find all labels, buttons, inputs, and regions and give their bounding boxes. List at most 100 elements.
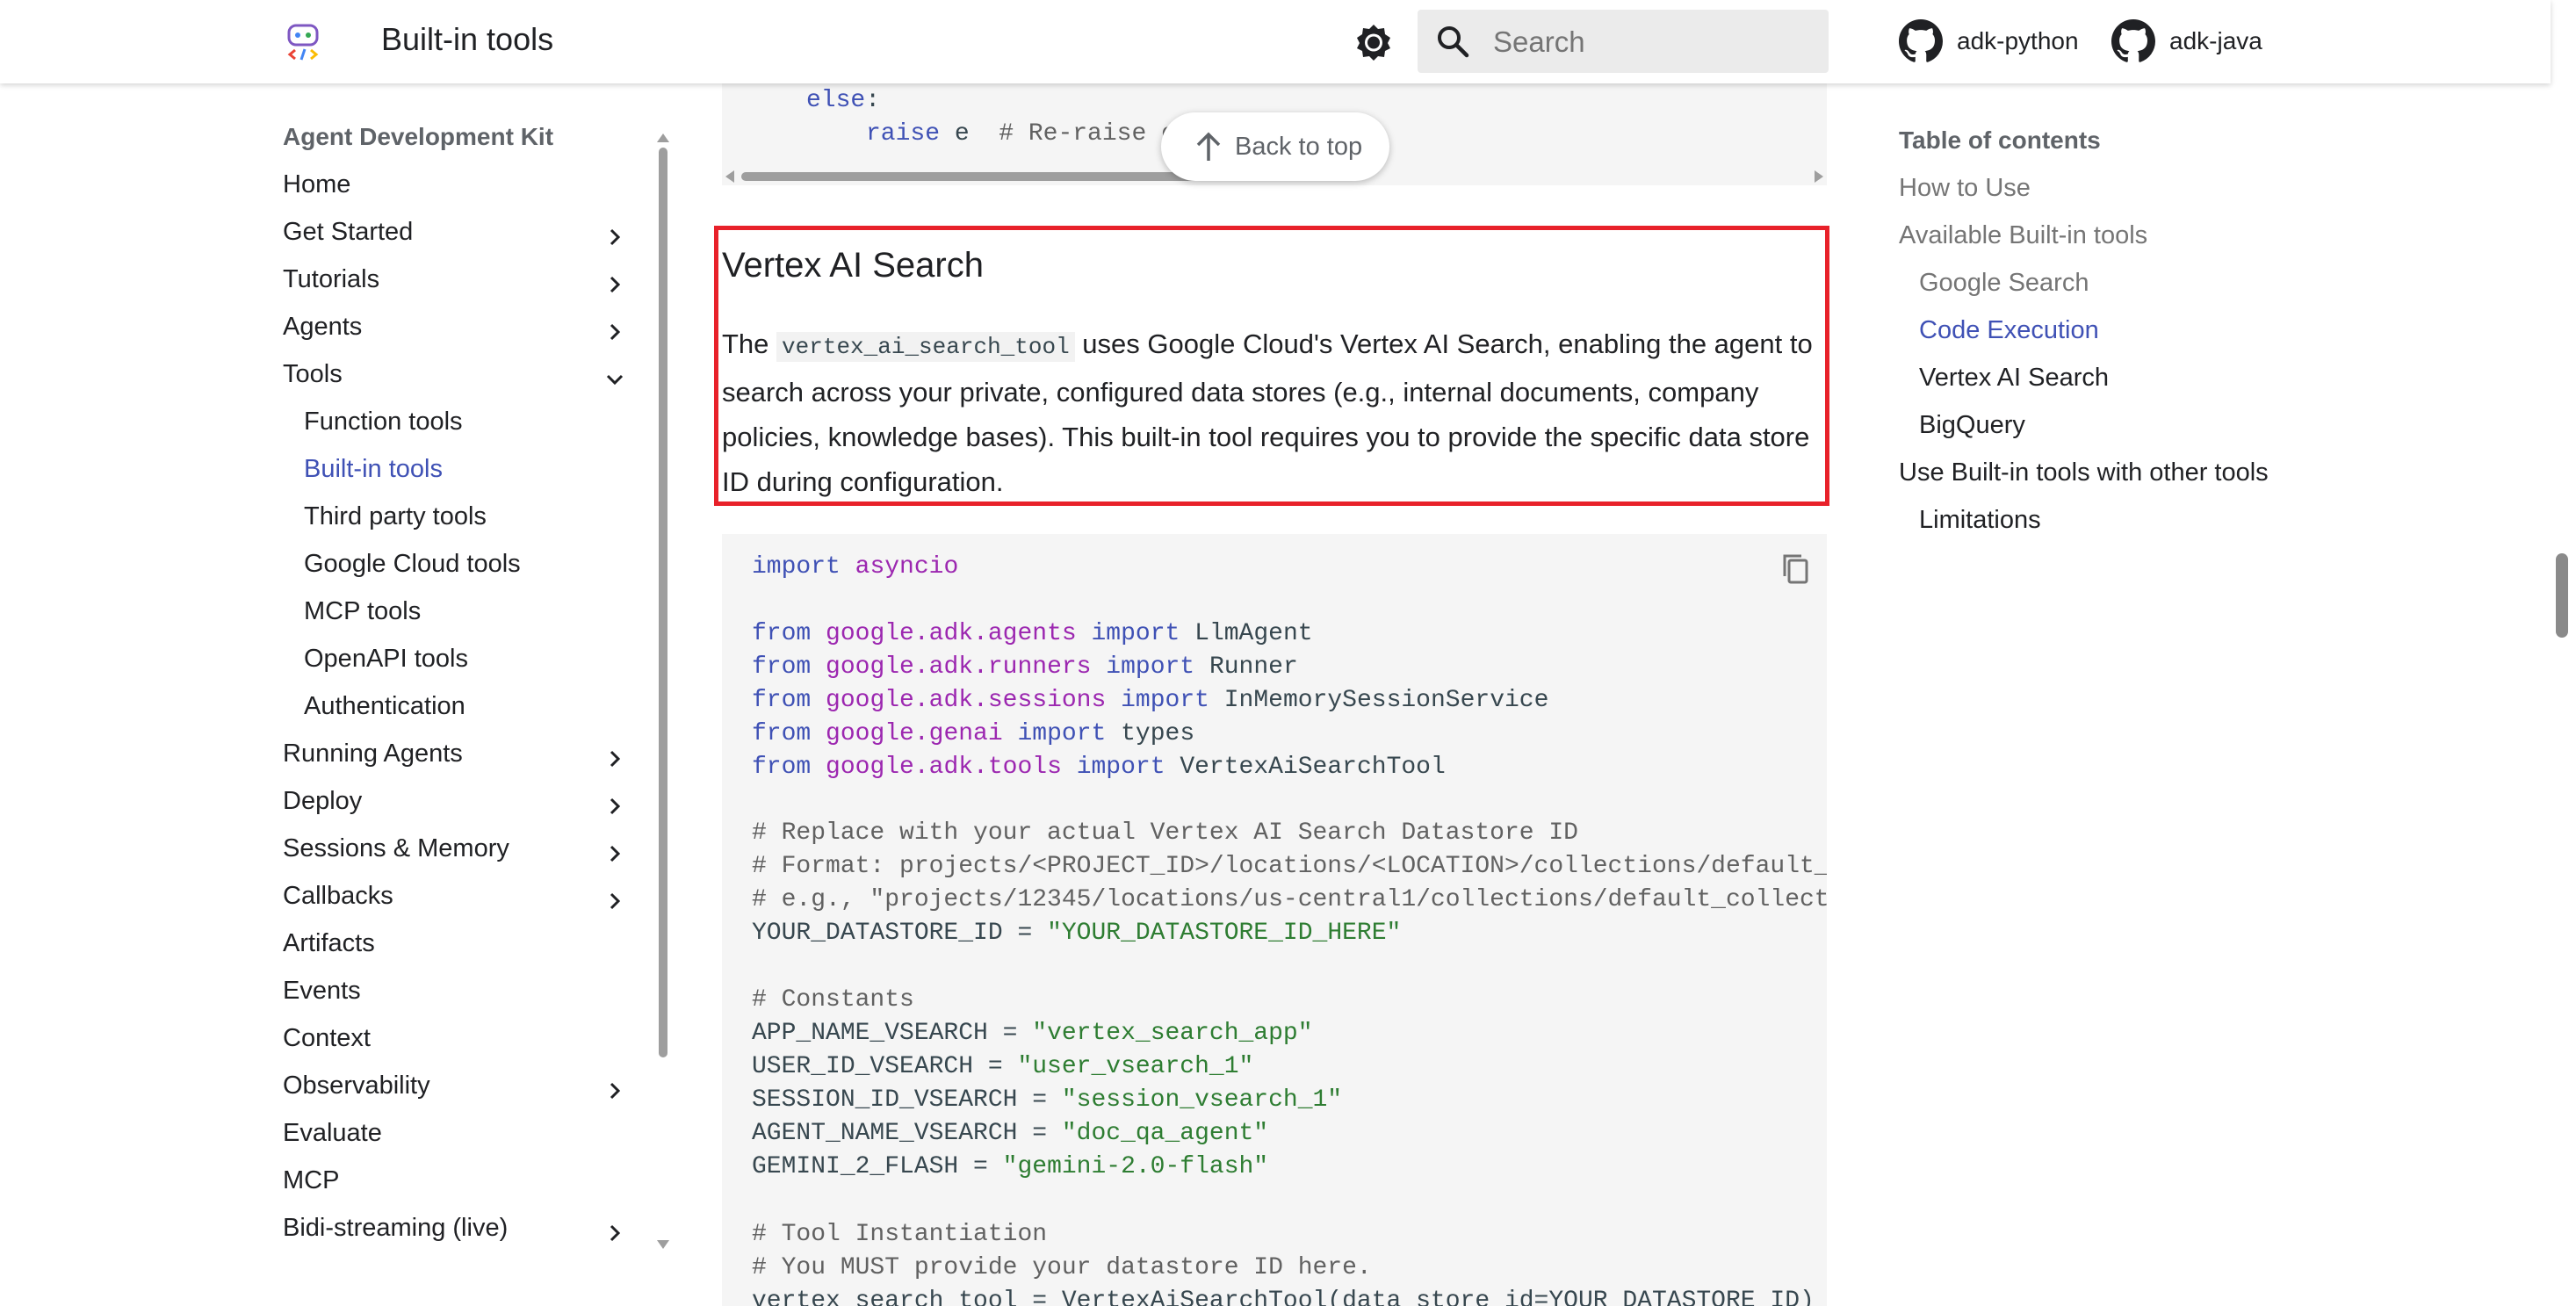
toc-item[interactable]: Limitations (1919, 506, 2041, 535)
repo-label: adk-python (1957, 27, 2079, 54)
sidebar-item[interactable]: Get Started (283, 218, 634, 265)
sidebar-item[interactable]: Bidi-streaming (live) (283, 1214, 634, 1261)
repo-link-adk-python[interactable]: adk-python (1899, 18, 2079, 64)
code-comment: # You MUST provide your datastore ID her… (752, 1254, 1372, 1281)
sidebar-item[interactable]: Tools (283, 360, 634, 408)
toc-item[interactable]: BigQuery (1919, 411, 2025, 440)
sidebar-item-label: Sessions & Memory (283, 834, 509, 862)
sidebar-title: Agent Development Kit (283, 123, 554, 150)
top-header: Built-in tools Search adk-python adk-jav… (0, 0, 2551, 83)
chevron-right-icon[interactable] (604, 1223, 625, 1244)
sidebar-item-label: Bidi-streaming (live) (283, 1214, 509, 1242)
sidebar-item[interactable]: Google Cloud tools (304, 550, 634, 597)
sidebar-item-label: Google Cloud tools (304, 550, 521, 578)
code-block: import asyncio from google.adk.agents im… (722, 534, 1827, 1306)
sidebar-item-label: Authentication (304, 692, 465, 720)
sidebar-item[interactable]: Sessions & Memory (283, 834, 634, 882)
chevron-right-icon[interactable] (604, 796, 625, 817)
scroll-left-arrow[interactable] (725, 170, 734, 183)
scroll-up-arrow[interactable] (657, 133, 669, 142)
github-icon (2111, 19, 2155, 62)
copy-icon[interactable] (1778, 552, 1813, 587)
sidebar-item[interactable]: Tutorials (283, 265, 634, 313)
code-comment: # e.g., "projects/12345/locations/us-cen… (752, 886, 1827, 913)
sidebar-item[interactable]: MCP (283, 1166, 634, 1214)
sidebar-item[interactable]: OpenAPI tools (304, 645, 634, 692)
code-line: from google.adk.agents import LlmAgent (752, 620, 1313, 647)
sidebar-item[interactable]: Running Agents (283, 740, 634, 787)
adk-logo-icon[interactable] (286, 24, 320, 61)
sidebar-scroll-thumb[interactable] (659, 148, 667, 1057)
brightness-icon[interactable] (1353, 21, 1395, 63)
code-line: from google.adk.runners import Runner (752, 653, 1298, 681)
sidebar-item[interactable]: Artifacts (283, 929, 634, 977)
code-line: from google.genai import types (752, 720, 1195, 747)
sidebar-item-label: MCP (283, 1166, 340, 1194)
sidebar-item-label: Evaluate (283, 1119, 382, 1147)
sidebar-item[interactable]: Evaluate (283, 1119, 634, 1166)
sidebar-item[interactable]: Events (283, 977, 634, 1024)
arrow-up-icon (1196, 132, 1221, 161)
sidebar-item-label: Events (283, 977, 361, 1005)
sidebar-item[interactable]: Observability (283, 1071, 634, 1119)
sidebar-item-label: Home (283, 170, 351, 198)
code-line: from google.adk.sessions import InMemory… (752, 687, 1549, 714)
chevron-right-icon[interactable] (604, 274, 625, 295)
sidebar-item[interactable]: Function tools (304, 408, 634, 455)
toc-title: Table of contents (1899, 126, 2101, 154)
code-line: APP_NAME_VSEARCH = "vertex_search_app" (752, 1020, 1313, 1047)
search-placeholder: Search (1493, 25, 1585, 58)
sidebar-item-label: Tools (283, 360, 343, 388)
sidebar-item[interactable]: Context (283, 1024, 634, 1071)
sidebar-item-label: Get Started (283, 218, 414, 246)
code-line: USER_ID_VSEARCH = "user_vsearch_1" (752, 1053, 1254, 1080)
chevron-right-icon[interactable] (604, 843, 625, 864)
back-to-top-button[interactable]: Back to top (1161, 112, 1389, 181)
sidebar-item[interactable]: Deploy (283, 787, 634, 834)
search-input[interactable]: Search (1418, 10, 1829, 73)
code-line: AGENT_NAME_VSEARCH = "doc_qa_agent" (752, 1120, 1269, 1147)
chevron-right-icon[interactable] (604, 891, 625, 912)
scroll-right-arrow[interactable] (1815, 170, 1823, 183)
code-line: else: (806, 87, 881, 114)
sidebar-item[interactable]: Built-in tools (304, 455, 634, 502)
sidebar-item-label: Running Agents (283, 740, 463, 768)
page-scroll-thumb[interactable] (2556, 553, 2568, 638)
sidebar-item-label: Artifacts (283, 929, 375, 957)
code-comment: # Constants (752, 986, 914, 1014)
scroll-down-arrow[interactable] (657, 1240, 669, 1249)
sidebar-item[interactable]: MCP tools (304, 597, 634, 645)
code-comment: # Tool Instantiation (752, 1221, 1048, 1248)
toc-item[interactable]: Available Built-in tools (1899, 221, 2147, 250)
sidebar-item-label: OpenAPI tools (304, 645, 468, 673)
sidebar-item[interactable]: Callbacks (283, 882, 634, 929)
sidebar-item[interactable]: Agents (283, 313, 634, 360)
sidebar-item[interactable]: Authentication (304, 692, 634, 740)
sidebar-item[interactable]: Home (283, 170, 634, 218)
toc-item[interactable]: Use Built-in tools with other tools (1899, 458, 2269, 487)
chevron-down-icon[interactable] (604, 369, 625, 390)
site-title[interactable]: Built-in tools (381, 21, 553, 58)
toc-item[interactable]: Code Execution (1919, 316, 2099, 345)
code-scroll-thumb[interactable] (741, 172, 1216, 181)
sidebar-item-label: Callbacks (283, 882, 393, 910)
toc-item[interactable]: Vertex AI Search (1919, 364, 2109, 393)
chevron-right-icon[interactable] (604, 1080, 625, 1101)
repo-link-adk-java[interactable]: adk-java (2111, 18, 2262, 64)
code-line: import asyncio (752, 553, 959, 581)
search-icon (1435, 24, 1470, 59)
sidebar-item-label: Agents (283, 313, 363, 341)
github-icon (1899, 19, 1943, 62)
chevron-right-icon[interactable] (604, 748, 625, 769)
inline-code: vertex_ai_search_tool (776, 332, 1075, 362)
sidebar-item[interactable]: Third party tools (304, 502, 634, 550)
sidebar-item-label: Tutorials (283, 265, 380, 293)
toc-item[interactable]: How to Use (1899, 174, 2031, 203)
chevron-right-icon[interactable] (604, 321, 625, 343)
sidebar-item-label: Function tools (304, 408, 463, 436)
back-to-top-label: Back to top (1235, 132, 1363, 161)
chevron-right-icon[interactable] (604, 227, 625, 248)
code-line: YOUR_DATASTORE_ID = "YOUR_DATASTORE_ID_H… (752, 920, 1402, 947)
code-line: GEMINI_2_FLASH = "gemini-2.0-flash" (752, 1153, 1269, 1180)
toc-item[interactable]: Google Search (1919, 269, 2089, 298)
